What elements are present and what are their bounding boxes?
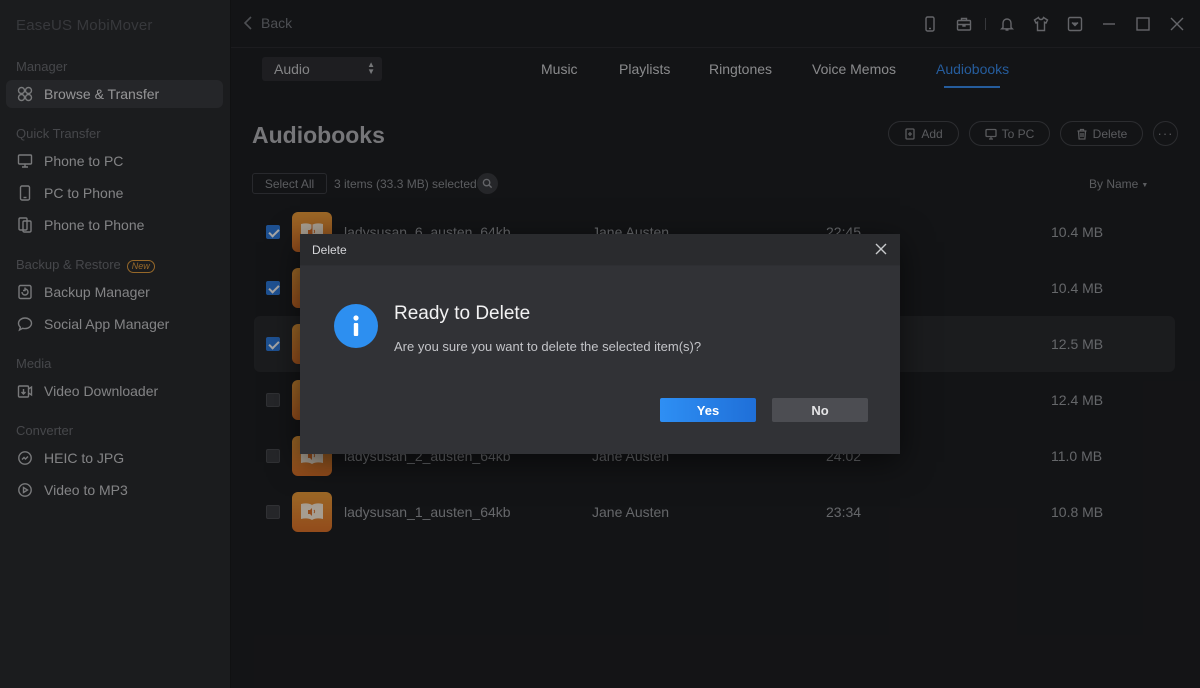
close-icon [875, 243, 887, 255]
dialog-header: Delete [300, 234, 900, 266]
no-button[interactable]: No [772, 398, 868, 422]
delete-dialog: Delete Ready to Delete Are you sure you … [300, 234, 900, 454]
yes-button[interactable]: Yes [660, 398, 756, 422]
info-icon [334, 304, 378, 348]
dialog-close-button[interactable] [874, 242, 890, 258]
dialog-heading: Ready to Delete [394, 303, 531, 324]
dialog-title: Delete [312, 243, 347, 257]
dialog-message: Are you sure you want to delete the sele… [394, 339, 702, 354]
